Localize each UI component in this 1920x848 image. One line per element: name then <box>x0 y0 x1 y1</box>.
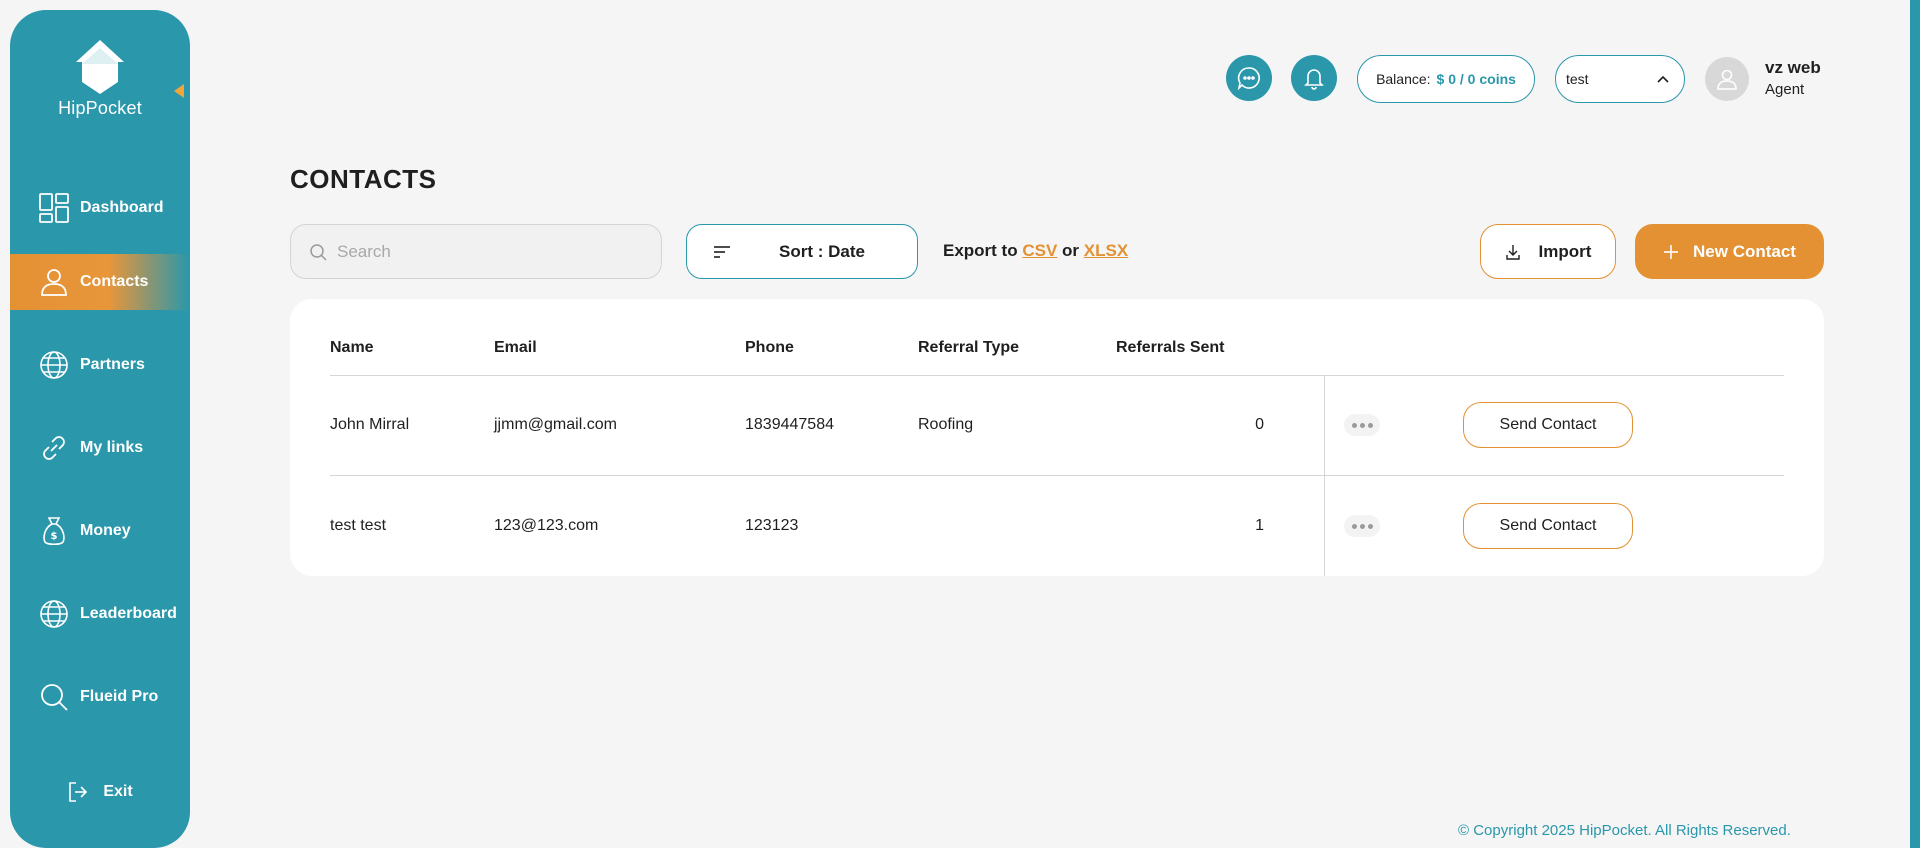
account-select[interactable]: test <box>1555 55 1685 103</box>
chevron-up-icon <box>1657 75 1669 83</box>
send-contact-button[interactable]: Send Contact <box>1463 402 1633 448</box>
collapse-sidebar-icon[interactable] <box>174 84 184 98</box>
user-role: Agent <box>1765 81 1805 98</box>
sidebar-item-money[interactable]: $ Money <box>10 503 190 559</box>
search-icon <box>38 681 70 713</box>
chat-bubble-icon <box>1237 67 1260 90</box>
user-name: vz web <box>1765 58 1821 77</box>
cell-name: test test <box>330 517 387 534</box>
cell-phone: 123123 <box>745 517 799 534</box>
search-input[interactable] <box>337 241 637 262</box>
sidebar-item-label: Money <box>80 522 131 539</box>
cell-email: 123@123.com <box>494 517 599 534</box>
cell-referrals-sent: 1 <box>1255 517 1264 534</box>
link-icon <box>38 432 70 464</box>
sort-button[interactable]: Sort : Date <box>686 224 918 279</box>
export-links: Export to CSV or XLSX <box>943 241 1128 261</box>
balance-display: Balance: $ 0 / 0 coins <box>1357 55 1535 103</box>
send-contact-button[interactable]: Send Contact <box>1463 503 1633 549</box>
sidebar-item-dashboard[interactable]: Dashboard <box>10 180 190 236</box>
new-contact-button[interactable]: New Contact <box>1635 224 1824 279</box>
svg-text:$: $ <box>51 531 58 542</box>
right-edge-bar <box>1910 0 1920 848</box>
cell-referral-type: Roofing <box>918 416 974 433</box>
dot-icon <box>1367 422 1373 428</box>
bell-icon <box>1304 69 1324 90</box>
sidebar-item-label: Dashboard <box>80 199 164 216</box>
sidebar-item-label: Leaderboard <box>80 605 177 622</box>
import-button[interactable]: Import <box>1480 224 1616 279</box>
row-divider <box>330 475 1784 476</box>
search-icon <box>310 243 327 261</box>
sort-label: Sort : Date <box>779 241 865 261</box>
page-title: CONTACTS <box>290 164 437 194</box>
dashboard-icon <box>38 192 70 224</box>
balance-value: $ 0 / 0 coins <box>1436 71 1516 87</box>
sidebar-item-leaderboard[interactable]: Leaderboard <box>10 586 190 642</box>
sidebar: HipPocket Dashboard Contacts Partners My… <box>10 10 190 848</box>
search-box[interactable] <box>290 224 662 279</box>
brand-name: HipPocket <box>58 98 142 118</box>
dot-icon <box>1351 523 1357 529</box>
person-icon <box>38 266 70 298</box>
cell-phone: 1839447584 <box>745 416 834 433</box>
sidebar-item-flueid-pro[interactable]: Flueid Pro <box>10 669 190 725</box>
sort-icon <box>714 245 730 258</box>
column-header-name[interactable]: Name <box>330 339 374 357</box>
column-header-email[interactable]: Email <box>494 339 537 357</box>
plus-icon <box>1663 244 1679 260</box>
exit-label: Exit <box>103 783 133 800</box>
chat-button[interactable] <box>1226 55 1272 101</box>
dot-icon <box>1367 523 1373 529</box>
export-prefix: Export to <box>943 241 1018 260</box>
sidebar-item-label: Partners <box>80 356 145 373</box>
download-icon <box>1505 244 1521 260</box>
more-options-button[interactable] <box>1344 414 1380 436</box>
cell-referrals-sent: 0 <box>1255 416 1264 433</box>
sidebar-item-my-links[interactable]: My links <box>10 420 190 476</box>
import-label: Import <box>1538 241 1592 261</box>
export-csv-link[interactable]: CSV <box>1022 241 1057 260</box>
dot-icon <box>1359 523 1365 529</box>
balance-label: Balance: <box>1376 71 1431 87</box>
sidebar-item-label: My links <box>80 439 144 456</box>
house-logo-icon <box>76 40 124 94</box>
logo[interactable]: HipPocket <box>10 38 190 119</box>
export-xlsx-link[interactable]: XLSX <box>1084 241 1128 260</box>
sidebar-item-label: Flueid Pro <box>80 688 159 705</box>
dot-icon <box>1359 422 1365 428</box>
cell-name: John Mirral <box>330 416 410 433</box>
column-header-referral-type[interactable]: Referral Type <box>918 339 1019 357</box>
exit-button[interactable]: Exit <box>10 772 190 812</box>
notifications-button[interactable] <box>1291 55 1337 101</box>
more-options-button[interactable] <box>1344 515 1380 537</box>
sidebar-item-contacts[interactable]: Contacts <box>10 254 190 310</box>
dot-icon <box>1351 422 1357 428</box>
money-bag-icon: $ <box>38 515 70 547</box>
sidebar-item-partners[interactable]: Partners <box>10 337 190 393</box>
cell-email: jjmm@gmail.com <box>494 416 617 433</box>
new-contact-label: New Contact <box>1693 241 1796 261</box>
column-header-phone[interactable]: Phone <box>745 339 794 357</box>
header-divider <box>330 375 1784 376</box>
account-select-value: test <box>1566 71 1589 87</box>
contacts-table: Name Email Phone Referral Type Referrals… <box>290 299 1824 576</box>
column-header-referrals-sent[interactable]: Referrals Sent <box>1116 339 1225 357</box>
footer-copyright: © Copyright 2025 HipPocket. All Rights R… <box>1458 822 1791 839</box>
sidebar-item-label: Contacts <box>80 273 149 290</box>
globe-icon <box>38 349 70 381</box>
user-icon <box>1717 69 1737 90</box>
globe-icon <box>38 598 70 630</box>
exit-icon <box>67 781 89 803</box>
avatar[interactable] <box>1705 57 1749 101</box>
export-or: or <box>1062 241 1080 260</box>
